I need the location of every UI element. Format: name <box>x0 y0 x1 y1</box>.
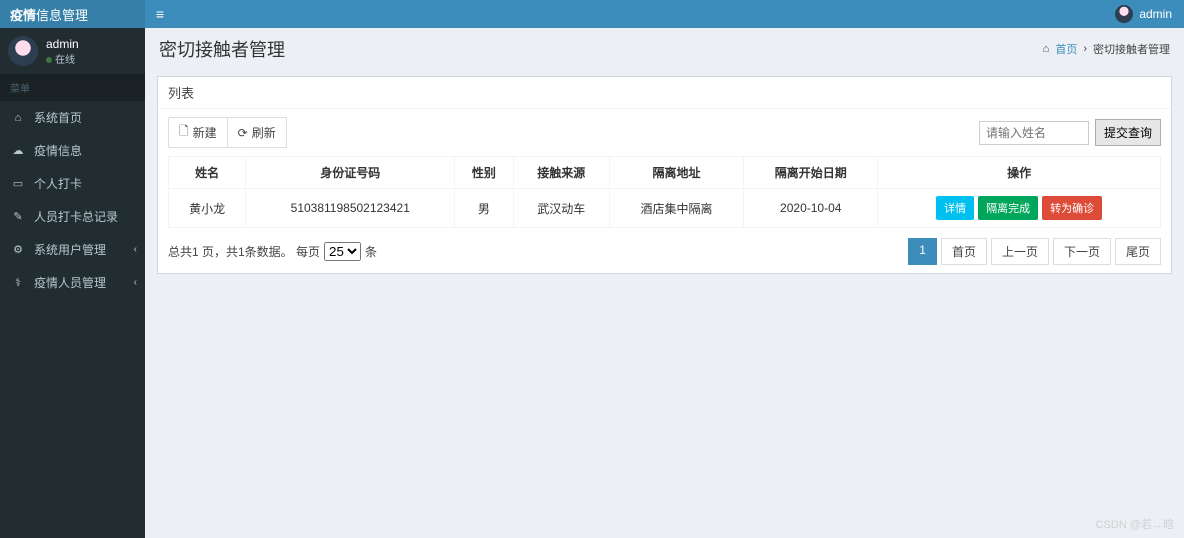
nav-label: 系统用户管理 <box>34 241 106 258</box>
col-header: 姓名 <box>169 157 246 189</box>
watermark: CSDN @若→晗 <box>1096 516 1174 532</box>
sidebar: admin 在线 菜单 ⌂ 系统首页 ☁ 疫情信息 ▭ 个人打卡 ✎ 人员打卡总记录 ⚙ 系统用户… <box>0 28 145 538</box>
col-header: 性别 <box>455 157 513 189</box>
brand[interactable]: 疫情信息管理 <box>0 0 145 28</box>
page-title: 密切接触者管理 <box>159 36 285 62</box>
pager: 总共1 页，共1条数据。 每页 25 条 1 首页 上一页 下一页 尾页 <box>168 238 1161 265</box>
nav-item-1[interactable]: ☁ 疫情信息 <box>0 134 145 167</box>
page-header: 密切接触者管理 ⌂ 首页 › 密切接触者管理 <box>145 28 1184 70</box>
search-submit-button[interactable]: 提交查询 <box>1095 119 1161 146</box>
nav-label: 人员打卡总记录 <box>34 208 118 225</box>
nav-icon: ▭ <box>10 177 26 190</box>
data-table: 姓名身份证号码性别接触来源隔离地址隔离开始日期操作 黄小龙51038119850… <box>168 156 1161 228</box>
nav-label: 个人打卡 <box>34 175 82 192</box>
complete-button[interactable]: 隔离完成 <box>978 196 1038 220</box>
chevron-left-icon: ‹ <box>134 244 137 255</box>
page-last[interactable]: 尾页 <box>1115 238 1161 265</box>
refresh-button[interactable]: ⟳刷新 <box>228 117 287 148</box>
user-status: 在线 <box>46 51 79 66</box>
nav-icon: ⚕ <box>10 276 26 289</box>
breadcrumb: ⌂ 首页 › 密切接触者管理 <box>1043 41 1170 57</box>
table-row: 黄小龙510381198502123421男武汉动车酒店集中隔离2020-10-… <box>169 189 1161 228</box>
menu-header: 菜单 <box>0 74 145 101</box>
nav-icon: ⚙ <box>10 243 26 256</box>
user-panel: admin 在线 <box>0 28 145 74</box>
page-current[interactable]: 1 <box>908 238 937 265</box>
nav: ⌂ 系统首页 ☁ 疫情信息 ▭ 个人打卡 ✎ 人员打卡总记录 ⚙ 系统用户管理 ‹ ⚕ 疫情人员管理 ‹ <box>0 101 145 299</box>
nav-item-5[interactable]: ⚕ 疫情人员管理 ‹ <box>0 266 145 299</box>
col-header: 操作 <box>878 157 1161 189</box>
page-size-select[interactable]: 25 <box>324 242 361 261</box>
avatar-icon <box>1115 5 1133 23</box>
search-input[interactable] <box>979 121 1089 145</box>
nav-label: 疫情信息 <box>34 142 82 159</box>
col-header: 接触来源 <box>513 157 609 189</box>
detail-button[interactable]: 详情 <box>936 196 974 220</box>
nav-icon: ☁ <box>10 144 26 157</box>
toolbar: 🗋新建 ⟳刷新 提交查询 <box>168 117 1161 148</box>
nav-item-2[interactable]: ▭ 个人打卡 <box>0 167 145 200</box>
top-user-menu[interactable]: admin <box>1115 5 1184 23</box>
menu-toggle-icon[interactable]: ≡ <box>145 6 175 22</box>
page-first[interactable]: 首页 <box>941 238 987 265</box>
nav-label: 疫情人员管理 <box>34 274 106 291</box>
top-user-name: admin <box>1139 7 1172 21</box>
col-header: 隔离开始日期 <box>744 157 878 189</box>
avatar-icon <box>8 36 38 66</box>
list-box: 列表 🗋新建 ⟳刷新 提交查询 姓名身份证号码性别接触来 <box>157 76 1172 274</box>
new-button[interactable]: 🗋新建 <box>168 117 228 148</box>
main: 密切接触者管理 ⌂ 首页 › 密切接触者管理 列表 🗋新建 ⟳刷新 <box>145 28 1184 538</box>
nav-icon: ⌂ <box>10 112 26 124</box>
file-icon: 🗋 <box>179 122 189 143</box>
chevron-left-icon: ‹ <box>134 277 137 288</box>
convert-button[interactable]: 转为确诊 <box>1042 196 1102 220</box>
nav-label: 系统首页 <box>34 109 82 126</box>
breadcrumb-current: 密切接触者管理 <box>1093 41 1170 57</box>
page-prev[interactable]: 上一页 <box>991 238 1049 265</box>
user-name: admin <box>46 37 79 51</box>
topbar: 疫情信息管理 ≡ admin <box>0 0 1184 28</box>
nav-item-4[interactable]: ⚙ 系统用户管理 ‹ <box>0 233 145 266</box>
col-header: 隔离地址 <box>609 157 743 189</box>
breadcrumb-home[interactable]: 首页 <box>1055 41 1077 57</box>
nav-icon: ✎ <box>10 210 26 223</box>
refresh-icon: ⟳ <box>238 126 248 140</box>
box-title: 列表 <box>158 77 1171 109</box>
home-icon: ⌂ <box>1043 43 1050 55</box>
nav-item-0[interactable]: ⌂ 系统首页 <box>0 101 145 134</box>
page-next[interactable]: 下一页 <box>1053 238 1111 265</box>
nav-item-3[interactable]: ✎ 人员打卡总记录 <box>0 200 145 233</box>
col-header: 身份证号码 <box>246 157 455 189</box>
